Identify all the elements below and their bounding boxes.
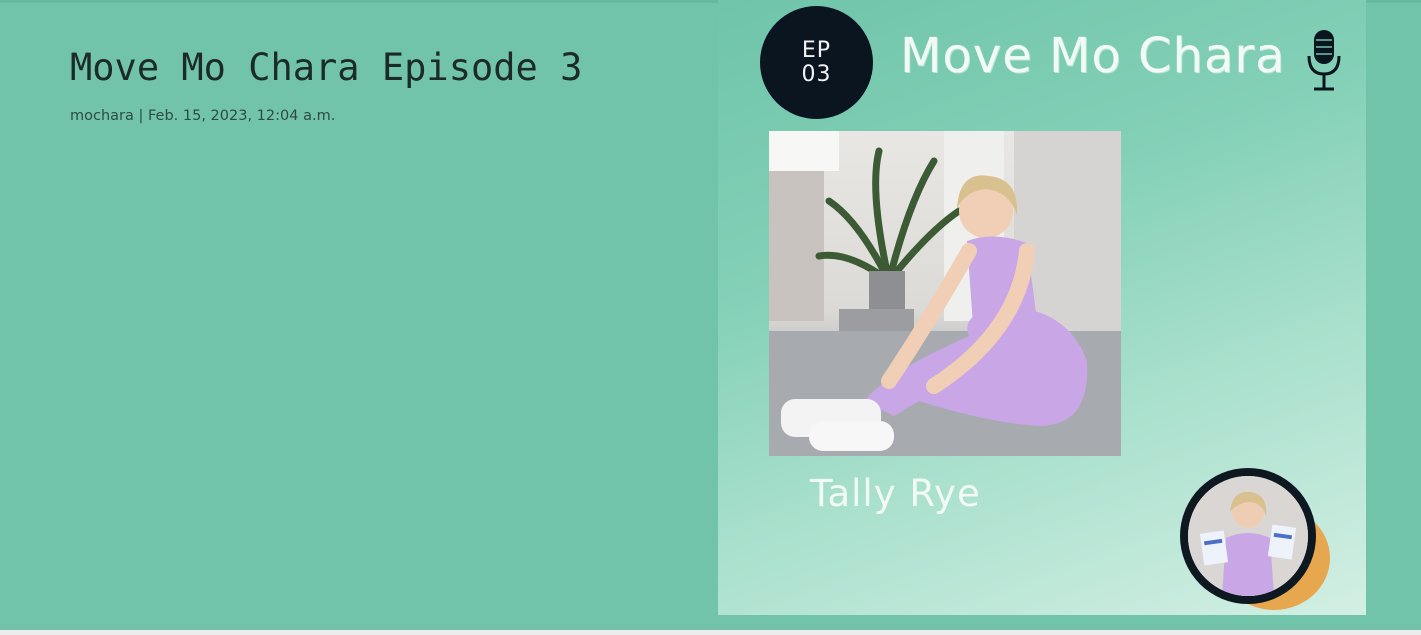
guest-photo xyxy=(769,131,1121,456)
guest-avatar xyxy=(1178,466,1338,615)
episode-badge-line2: 03 xyxy=(801,61,832,87)
episode-badge: EP 03 xyxy=(760,6,873,119)
avatar-illustration xyxy=(1188,476,1308,596)
microphone-icon xyxy=(1307,30,1341,91)
post-meta: mochara | Feb. 15, 2023, 12:04 a.m. xyxy=(70,108,336,124)
podcast-brand-title: Move Mo Chara xyxy=(900,28,1286,84)
post-title: Move Mo Chara Episode 3 xyxy=(70,46,583,89)
bottom-strip xyxy=(0,630,1421,635)
avatar-photo xyxy=(1188,476,1308,596)
guest-name: Tally Rye xyxy=(810,472,981,515)
episode-cover-image: EP 03 Move Mo Chara Tally Rye xyxy=(718,0,1366,615)
guest-photo-illustration xyxy=(769,131,1121,456)
episode-badge-line1: EP xyxy=(801,37,832,63)
avatar-ring xyxy=(1180,468,1316,604)
